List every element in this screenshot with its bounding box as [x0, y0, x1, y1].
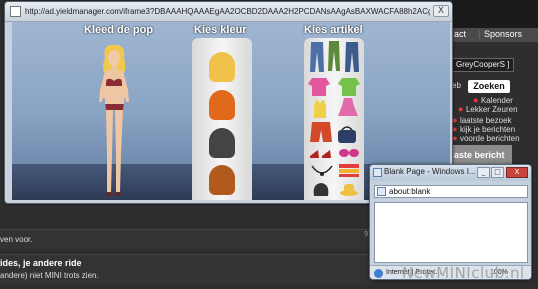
- item-pink-dress[interactable]: [338, 98, 358, 116]
- item-red-shorts[interactable]: [310, 122, 332, 142]
- site-watermark: NewMINIclub.nl: [402, 264, 525, 282]
- address-bar[interactable]: about:blank: [374, 185, 528, 198]
- item-heels[interactable]: [308, 148, 332, 160]
- sidebar-link-lekker-zeuren[interactable]: ● Lekker Zeuren: [458, 104, 518, 114]
- ie-window-title: Blank Page - Windows I...: [384, 167, 476, 176]
- doll-figure[interactable]: [96, 44, 132, 200]
- ie-page-icon: [373, 168, 382, 177]
- close-button[interactable]: X: [506, 167, 528, 178]
- header-kies-kleur: Kies kleur: [194, 24, 247, 36]
- top-nav: act | Sponsors: [452, 28, 538, 42]
- hair-option-black[interactable]: [209, 128, 235, 158]
- item-necklace[interactable]: [310, 164, 334, 178]
- maximize-button[interactable]: □: [491, 167, 504, 178]
- sidebar-link-voorde-berichten[interactable]: ● voorde berichten: [452, 133, 520, 143]
- nav-link-sponsors[interactable]: Sponsors: [484, 29, 522, 39]
- forum-row-text: ven voor.: [0, 235, 33, 244]
- bullet-icon: ●: [458, 104, 466, 114]
- popup-titlebar[interactable]: http://ad.yieldmanager.com/iframe3?DBAAA…: [5, 2, 452, 22]
- item-black-hair[interactable]: [312, 182, 330, 196]
- item-scarf[interactable]: [338, 162, 360, 178]
- bullet-icon: ●: [452, 133, 460, 143]
- nav-separator: |: [478, 29, 481, 39]
- item-blue-pants[interactable]: [344, 42, 360, 72]
- item-pink-top[interactable]: [308, 78, 330, 96]
- item-green-pants[interactable]: [327, 41, 341, 71]
- hair-option-auburn[interactable]: [209, 165, 235, 195]
- clothing-panel: [304, 38, 364, 200]
- nav-link-act[interactable]: act: [454, 29, 466, 39]
- ie-content-area[interactable]: [374, 202, 528, 263]
- item-sunglasses[interactable]: [338, 148, 360, 158]
- minimize-button[interactable]: _: [477, 167, 490, 178]
- item-green-top[interactable]: [338, 78, 360, 96]
- forum-row-text: andere) niet MINI trots zien.: [0, 271, 99, 280]
- partial-label: eb: [452, 81, 461, 90]
- blank-ie-window[interactable]: Blank Page - Windows I... _ □ X about:bl…: [369, 164, 532, 280]
- forum-row-title[interactable]: ides, je andere ride: [0, 258, 82, 268]
- forum-row[interactable]: ides, je andere ride andere) niet MINI t…: [0, 254, 372, 284]
- hair-color-panel: [192, 38, 252, 200]
- page-icon: [10, 6, 21, 17]
- item-hat[interactable]: [340, 182, 358, 196]
- item-yellow-tank[interactable]: [312, 100, 328, 118]
- forum-row[interactable]: ven voor. 97: [0, 229, 372, 249]
- globe-icon: [374, 269, 383, 278]
- header-kies-artikel: Kies artikel: [304, 24, 363, 36]
- page-icon: [377, 187, 386, 196]
- hair-option-blonde[interactable]: [209, 52, 235, 82]
- header-car-image: [452, 0, 538, 30]
- ie-titlebar[interactable]: Blank Page - Windows I... _ □ X: [370, 165, 531, 181]
- header-kleed-de-pop: Kleed de pop: [84, 24, 154, 36]
- hair-option-orange[interactable]: [209, 90, 235, 120]
- username-bar[interactable]: GreyCooperS ]: [452, 58, 514, 72]
- address-text: about:blank: [389, 187, 431, 196]
- search-button[interactable]: Zoeken: [468, 80, 510, 93]
- item-handbag[interactable]: [336, 126, 358, 144]
- close-button[interactable]: X: [433, 5, 449, 17]
- item-jeans[interactable]: [309, 42, 325, 72]
- popup-url: http://ad.yieldmanager.com/iframe3?DBAAA…: [25, 7, 430, 16]
